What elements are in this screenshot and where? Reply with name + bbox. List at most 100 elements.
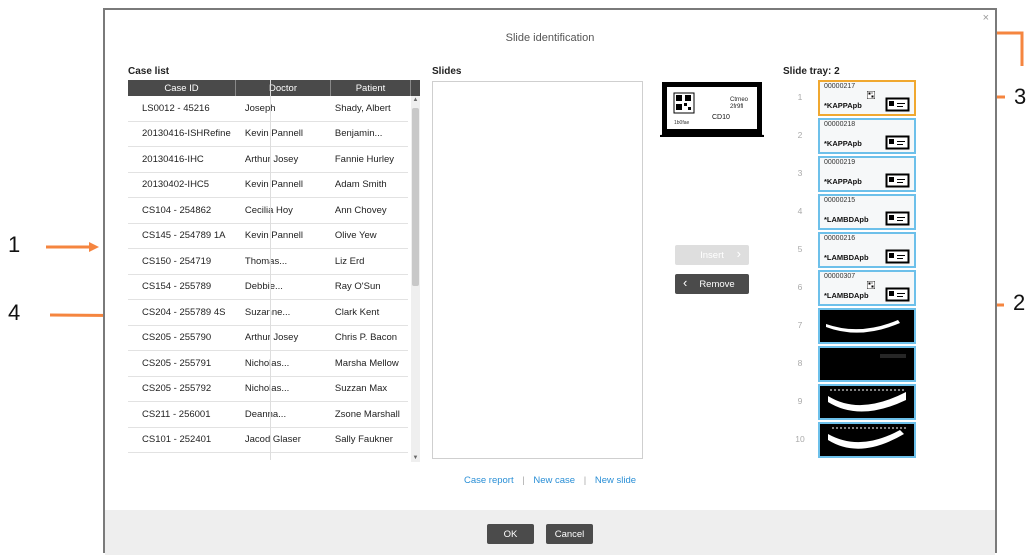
- table-row[interactable]: CS205 - 255791 Nicholas... Marsha Mellow: [128, 351, 408, 377]
- callout-2-number: 2: [1013, 290, 1026, 315]
- table-row[interactable]: CS154 - 255789 Debbie... Ray O'Sun: [128, 275, 408, 300]
- table-row[interactable]: CS101 - 252401 Jacod Glaser Sally Faukner: [128, 428, 408, 453]
- case-list-label: Case list: [128, 66, 170, 77]
- tray-slide[interactable]: 00000219 *KAPPApb: [818, 156, 916, 192]
- scroll-up-icon[interactable]: ▲: [411, 96, 420, 104]
- doctor-cell: Arthur Josey: [244, 153, 299, 165]
- column-header-doctor[interactable]: Doctor: [236, 80, 331, 96]
- new-case-link[interactable]: New case: [533, 475, 575, 486]
- remove-button[interactable]: ‹ Remove: [675, 274, 749, 294]
- tray-slot: 8: [789, 345, 939, 383]
- callout-1-number: 1: [8, 232, 21, 257]
- patient-cell: Ann Chovey: [334, 204, 387, 216]
- table-row[interactable]: 20130416-ISHRefine Kevin Pannell Benjamin.…: [128, 122, 408, 147]
- label-thumbnail-icon: [885, 287, 910, 302]
- tray-slot: 4 00000215 *LAMBDApb: [789, 193, 939, 231]
- scroll-thumb[interactable]: [412, 108, 419, 286]
- doctor-cell: Joseph: [244, 102, 276, 114]
- tray-slide[interactable]: 00000217 *KAPPApb: [818, 80, 916, 116]
- link-separator: |: [522, 475, 525, 486]
- slides-panel[interactable]: [432, 81, 643, 459]
- tray-slide[interactable]: [818, 308, 916, 344]
- case-id-cell: CS204 - 255789 4S: [142, 306, 226, 318]
- ok-button[interactable]: OK: [487, 524, 534, 544]
- tray-slide[interactable]: 00000215 *LAMBDApb: [818, 194, 916, 230]
- cancel-button[interactable]: Cancel: [546, 524, 593, 544]
- tray-slot-number: 4: [797, 206, 803, 216]
- slide-name: *LAMBDApb: [824, 253, 869, 262]
- tray-slide[interactable]: 00000307 *LAMBDApb: [818, 270, 916, 306]
- insert-button[interactable]: Insert ›: [675, 245, 749, 265]
- dialog-title: Slide identification: [505, 32, 595, 44]
- tray-slot: 3 00000219 *KAPPApb: [789, 155, 939, 193]
- table-row[interactable]: CS145 - 254789 1A Kevin Pannell Olive Yew: [128, 224, 408, 249]
- tray-slide[interactable]: [818, 384, 916, 420]
- label-thumbnail-icon: [885, 211, 910, 226]
- table-row[interactable]: LS0012 - 45216 Joseph Shady, Albert: [128, 96, 408, 122]
- label-thumbnail-icon: [885, 249, 910, 264]
- preview-text-mid: 2fr9fl: [730, 104, 743, 110]
- preview-text-bottom: 1b0fae: [674, 120, 690, 126]
- tray-slide[interactable]: [818, 422, 916, 458]
- table-row[interactable]: CS150 - 254719 Thomas... Liz Erd: [128, 249, 408, 275]
- case-id-cell: CS205 - 255790: [142, 332, 212, 344]
- case-report-link[interactable]: Case report: [464, 475, 514, 486]
- slide-image-thumbnail: [828, 427, 906, 449]
- table-row[interactable]: CS204 - 255789 4S Suzanne... Clark Kent: [128, 300, 408, 326]
- table-row[interactable]: 20130416-IHC Arthur Josey Fannie Hurley: [128, 147, 408, 173]
- tray-slot: 7: [789, 307, 939, 345]
- tray-slide[interactable]: 00000218 *KAPPApb: [818, 118, 916, 154]
- table-row[interactable]: CS104 - 254862 Cecilia Hoy Ann Chovey: [128, 198, 408, 224]
- insert-label: Insert: [700, 249, 724, 261]
- close-icon[interactable]: ×: [983, 12, 989, 24]
- doctor-cell: Cecilia Hoy: [244, 204, 293, 216]
- case-id-cell: CS145 - 254789 1A: [142, 230, 226, 242]
- patient-cell: Adam Smith: [334, 179, 387, 191]
- tray-slide[interactable]: [818, 346, 916, 382]
- case-id-cell: CS205 - 255791: [142, 357, 212, 369]
- chevron-left-icon: ‹: [683, 275, 688, 290]
- patient-cell: Fannie Hurley: [334, 153, 395, 165]
- table-row[interactable]: 20130402-IHC5 Kevin Pannell Adam Smith: [128, 173, 408, 198]
- slide-id: 00000217: [824, 83, 856, 90]
- patient-cell: Liz Erd: [334, 255, 365, 267]
- tray-slot-number: 2: [797, 130, 803, 140]
- doctor-cell: Jacod Glaser: [244, 434, 301, 446]
- dialog-footer: OK Cancel: [105, 510, 995, 555]
- slide-id: 00000215: [824, 197, 856, 204]
- patient-cell: Sally Faukner: [334, 434, 393, 446]
- column-header-patient[interactable]: Patient: [331, 80, 411, 96]
- scroll-down-icon[interactable]: ▼: [411, 454, 420, 462]
- slide-name: *LAMBDApb: [824, 291, 869, 300]
- slide-id: 00000218: [824, 121, 856, 128]
- tray-slide[interactable]: 00000216 *LAMBDApb: [818, 232, 916, 268]
- case-id-cell: CS150 - 254719: [142, 255, 212, 267]
- case-list-table: Case ID Doctor Patient LS0012 - 45216 Jos…: [128, 80, 420, 462]
- slide-name: *KAPPApb: [824, 101, 862, 110]
- doctor-cell: Nicholas...: [244, 357, 290, 369]
- patient-cell: Benjamin...: [334, 128, 383, 140]
- case-id-cell: 20130416-IHC: [142, 153, 204, 165]
- table-row[interactable]: CS205 - 255792 Nicholas... Suzzan Max: [128, 377, 408, 402]
- table-row[interactable]: CS205 - 255790 Arthur Josey Chris P. Bacon: [128, 326, 408, 351]
- new-slide-link[interactable]: New slide: [595, 475, 636, 486]
- slide-id: 00000216: [824, 235, 856, 242]
- tray-divider: [270, 80, 271, 460]
- doctor-cell: Suzanne...: [244, 306, 291, 318]
- slides-label: Slides: [432, 66, 462, 77]
- tray-slot-number: 7: [797, 320, 803, 330]
- patient-cell: Chris P. Bacon: [334, 332, 398, 344]
- slide-name: *LAMBDApb: [824, 215, 869, 224]
- case-list-scrollbar[interactable]: ▲ ▼: [411, 96, 420, 462]
- tray-slot-number: 10: [795, 434, 805, 444]
- chevron-right-icon: ›: [736, 246, 741, 261]
- patient-cell: Suzzan Max: [334, 383, 388, 395]
- doctor-cell: Kevin Pannell: [244, 179, 303, 191]
- table-row[interactable]: CS211 - 256001 Deanna... Zsone Marshall: [128, 402, 408, 428]
- case-list-header: Case ID Doctor Patient: [128, 80, 420, 96]
- column-header-case-id[interactable]: Case ID: [128, 80, 236, 96]
- remove-label: Remove: [699, 278, 735, 290]
- patient-cell: Zsone Marshall: [334, 408, 400, 420]
- case-id-cell: 20130416-ISHRefine: [142, 128, 231, 140]
- doctor-cell: Deanna...: [244, 408, 287, 420]
